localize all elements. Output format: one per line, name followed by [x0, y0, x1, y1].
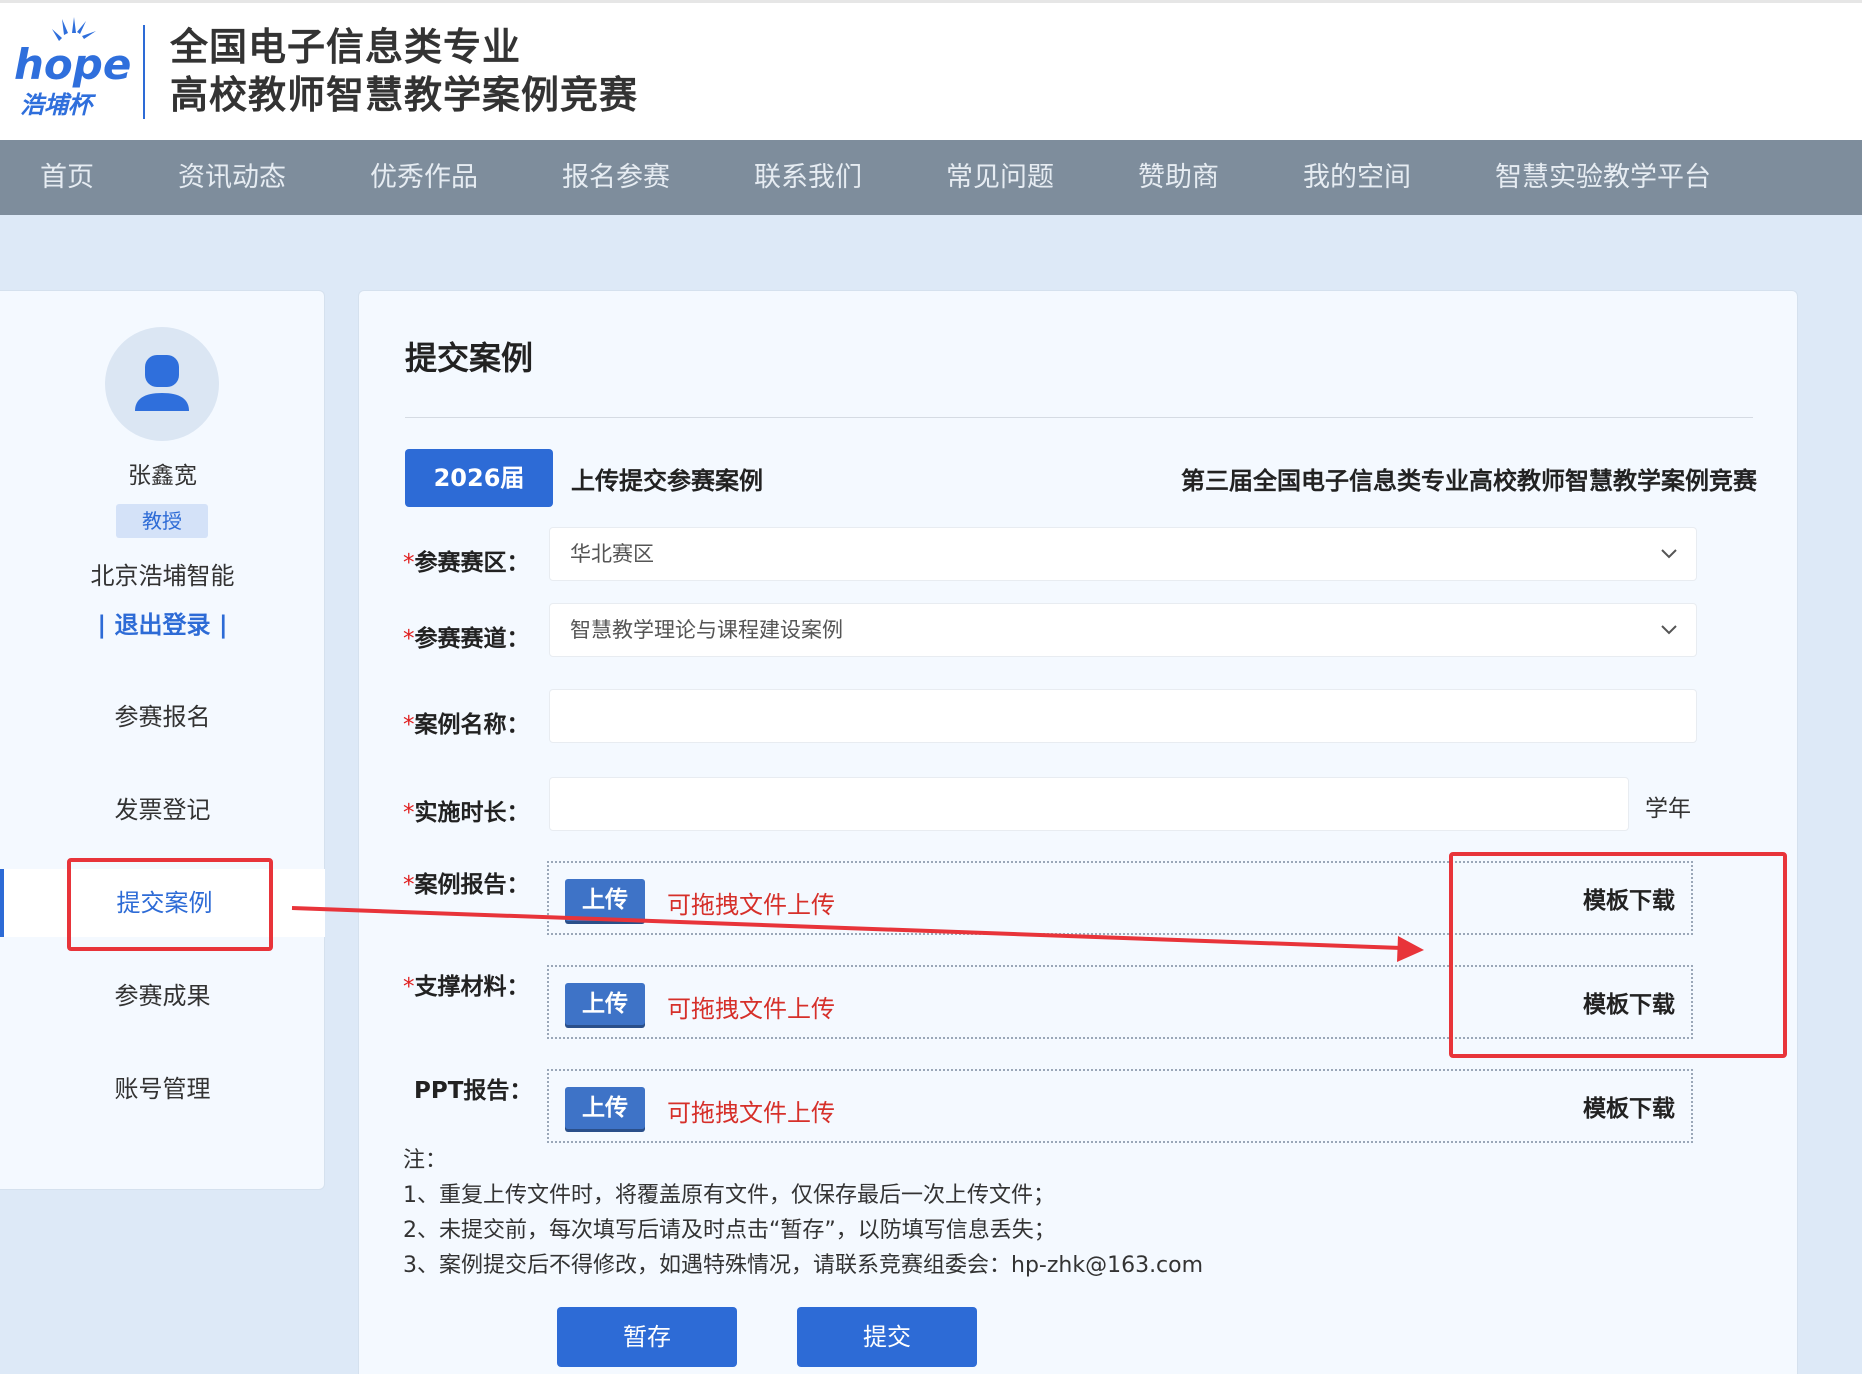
- required-mark: *: [403, 800, 415, 826]
- avatar: [105, 327, 219, 441]
- material-label-text: 支撑材料：: [414, 974, 530, 1000]
- track-select-value: 智慧教学理论与课程建设案例: [570, 618, 843, 642]
- notes: 注： 1、重复上传文件时，将覆盖原有文件，仅保存最后一次上传文件； 2、未提交前…: [403, 1143, 1203, 1283]
- contest-name: 第三届全国电子信息类专业高校教师智慧教学案例竞赛: [1181, 467, 1757, 495]
- report-upload-button[interactable]: 上传: [565, 879, 645, 921]
- track-select[interactable]: 智慧教学理论与课程建设案例: [549, 603, 1697, 657]
- duration-label: *实施时长：: [403, 793, 530, 827]
- nav-item-home[interactable]: 首页: [40, 140, 94, 215]
- logo-divider: [143, 25, 145, 119]
- required-mark: *: [403, 626, 415, 652]
- duration-unit: 学年: [1645, 796, 1691, 822]
- page-title: 提交案例: [405, 339, 534, 377]
- role-badge: 教授: [116, 504, 208, 538]
- sidebar: 张鑫宽 教授 北京浩埔智能 | 退出登录 | 参赛报名 发票登记 提交案例 参赛…: [0, 290, 325, 1190]
- annotation-box-sidebar: [67, 858, 273, 951]
- notes-line3: 3、案例提交后不得修改，如遇特殊情况，请联系竞赛组委会：hp-zhk@163.c…: [403, 1253, 1204, 1278]
- case-name-label-text: 案例名称：: [414, 712, 530, 738]
- region-select-value: 华北赛区: [570, 542, 654, 566]
- chevron-down-icon: [1661, 549, 1677, 559]
- region-label-text: 参赛赛区：: [414, 550, 530, 576]
- site-title-line1: 全国电子信息类专业: [170, 25, 522, 69]
- sidebar-item-registration[interactable]: 参赛报名: [0, 683, 325, 751]
- main-panel: 提交案例 2026届 上传提交参赛案例 第三届全国电子信息类专业高校教师智慧教学…: [358, 290, 1798, 1374]
- region-select[interactable]: 华北赛区: [549, 527, 1697, 581]
- required-mark: *: [403, 712, 415, 738]
- logout-link[interactable]: | 退出登录 |: [0, 605, 325, 640]
- site-header: hope 浩埔杯 全国电子信息类专业 高校教师智慧教学案例竞赛: [0, 0, 1862, 140]
- ppt-template-download[interactable]: 模板下载: [1583, 1089, 1675, 1123]
- duration-label-text: 实施时长：: [414, 800, 530, 826]
- title-divider: [405, 417, 1753, 418]
- upload-heading: 上传提交参赛案例: [571, 467, 763, 495]
- annotation-box-templates: [1449, 852, 1787, 1058]
- report-drag-hint: 可拖拽文件上传: [667, 891, 835, 919]
- material-label: *支撑材料：: [403, 967, 530, 1001]
- nav-item-lab-platform[interactable]: 智慧实验教学平台: [1495, 140, 1711, 215]
- sidebar-item-results[interactable]: 参赛成果: [0, 962, 325, 1030]
- user-icon: [135, 355, 189, 411]
- nav-item-contact[interactable]: 联系我们: [754, 140, 862, 215]
- material-upload-button[interactable]: 上传: [565, 983, 645, 1025]
- region-label: *参赛赛区：: [403, 543, 530, 577]
- save-draft-button[interactable]: 暂存: [557, 1307, 737, 1367]
- nav-item-register[interactable]: 报名参赛: [562, 140, 670, 215]
- track-label-text: 参赛赛道：: [414, 626, 530, 652]
- year-button[interactable]: 2026届: [405, 449, 553, 507]
- case-name-input[interactable]: [549, 689, 1697, 743]
- duration-input[interactable]: [549, 777, 1629, 831]
- user-name: 张鑫宽: [128, 463, 197, 489]
- material-drag-hint: 可拖拽文件上传: [667, 995, 835, 1023]
- nav-item-faq[interactable]: 常见问题: [946, 140, 1054, 215]
- sidebar-item-invoice[interactable]: 发票登记: [0, 776, 325, 844]
- report-label: *案例报告：: [403, 865, 530, 899]
- required-mark: *: [403, 974, 415, 1000]
- submit-button[interactable]: 提交: [797, 1307, 977, 1367]
- track-label: *参赛赛道：: [403, 619, 530, 653]
- nav-item-my-space[interactable]: 我的空间: [1303, 140, 1411, 215]
- nav-item-works[interactable]: 优秀作品: [370, 140, 478, 215]
- required-mark: *: [403, 872, 415, 898]
- svg-text:浩埔杯: 浩埔杯: [20, 91, 97, 119]
- site-title: 全国电子信息类专业 高校教师智慧教学案例竞赛: [170, 23, 638, 119]
- ppt-drag-hint: 可拖拽文件上传: [667, 1099, 835, 1127]
- svg-text:hope: hope: [14, 40, 131, 89]
- chevron-down-icon: [1661, 625, 1677, 635]
- ppt-label: PPT报告：: [414, 1078, 533, 1104]
- notes-line1: 1、重复上传文件时，将覆盖原有文件，仅保存最后一次上传文件；: [403, 1183, 1055, 1208]
- ppt-upload-button[interactable]: 上传: [565, 1087, 645, 1129]
- hope-logo[interactable]: hope 浩埔杯: [12, 15, 132, 125]
- report-label-text: 案例报告：: [414, 872, 530, 898]
- notes-line2: 2、未提交前，每次填写后请及时点击“暂存”，以防填写信息丢失；: [403, 1218, 1056, 1243]
- main-nav: 首页 资讯动态 优秀作品 报名参赛 联系我们 常见问题 赞助商 我的空间 智慧实…: [0, 140, 1862, 215]
- nav-item-news[interactable]: 资讯动态: [178, 140, 286, 215]
- sidebar-item-account[interactable]: 账号管理: [0, 1055, 325, 1123]
- ppt-upload-area[interactable]: 上传 可拖拽文件上传 模板下载: [547, 1069, 1693, 1143]
- nav-item-sponsors[interactable]: 赞助商: [1138, 140, 1219, 215]
- case-name-label: *案例名称：: [403, 705, 530, 739]
- site-title-line2: 高校教师智慧教学案例竞赛: [170, 73, 639, 117]
- notes-title: 注：: [403, 1148, 448, 1173]
- required-mark: *: [403, 550, 415, 576]
- user-org: 北京浩埔智能: [90, 562, 235, 590]
